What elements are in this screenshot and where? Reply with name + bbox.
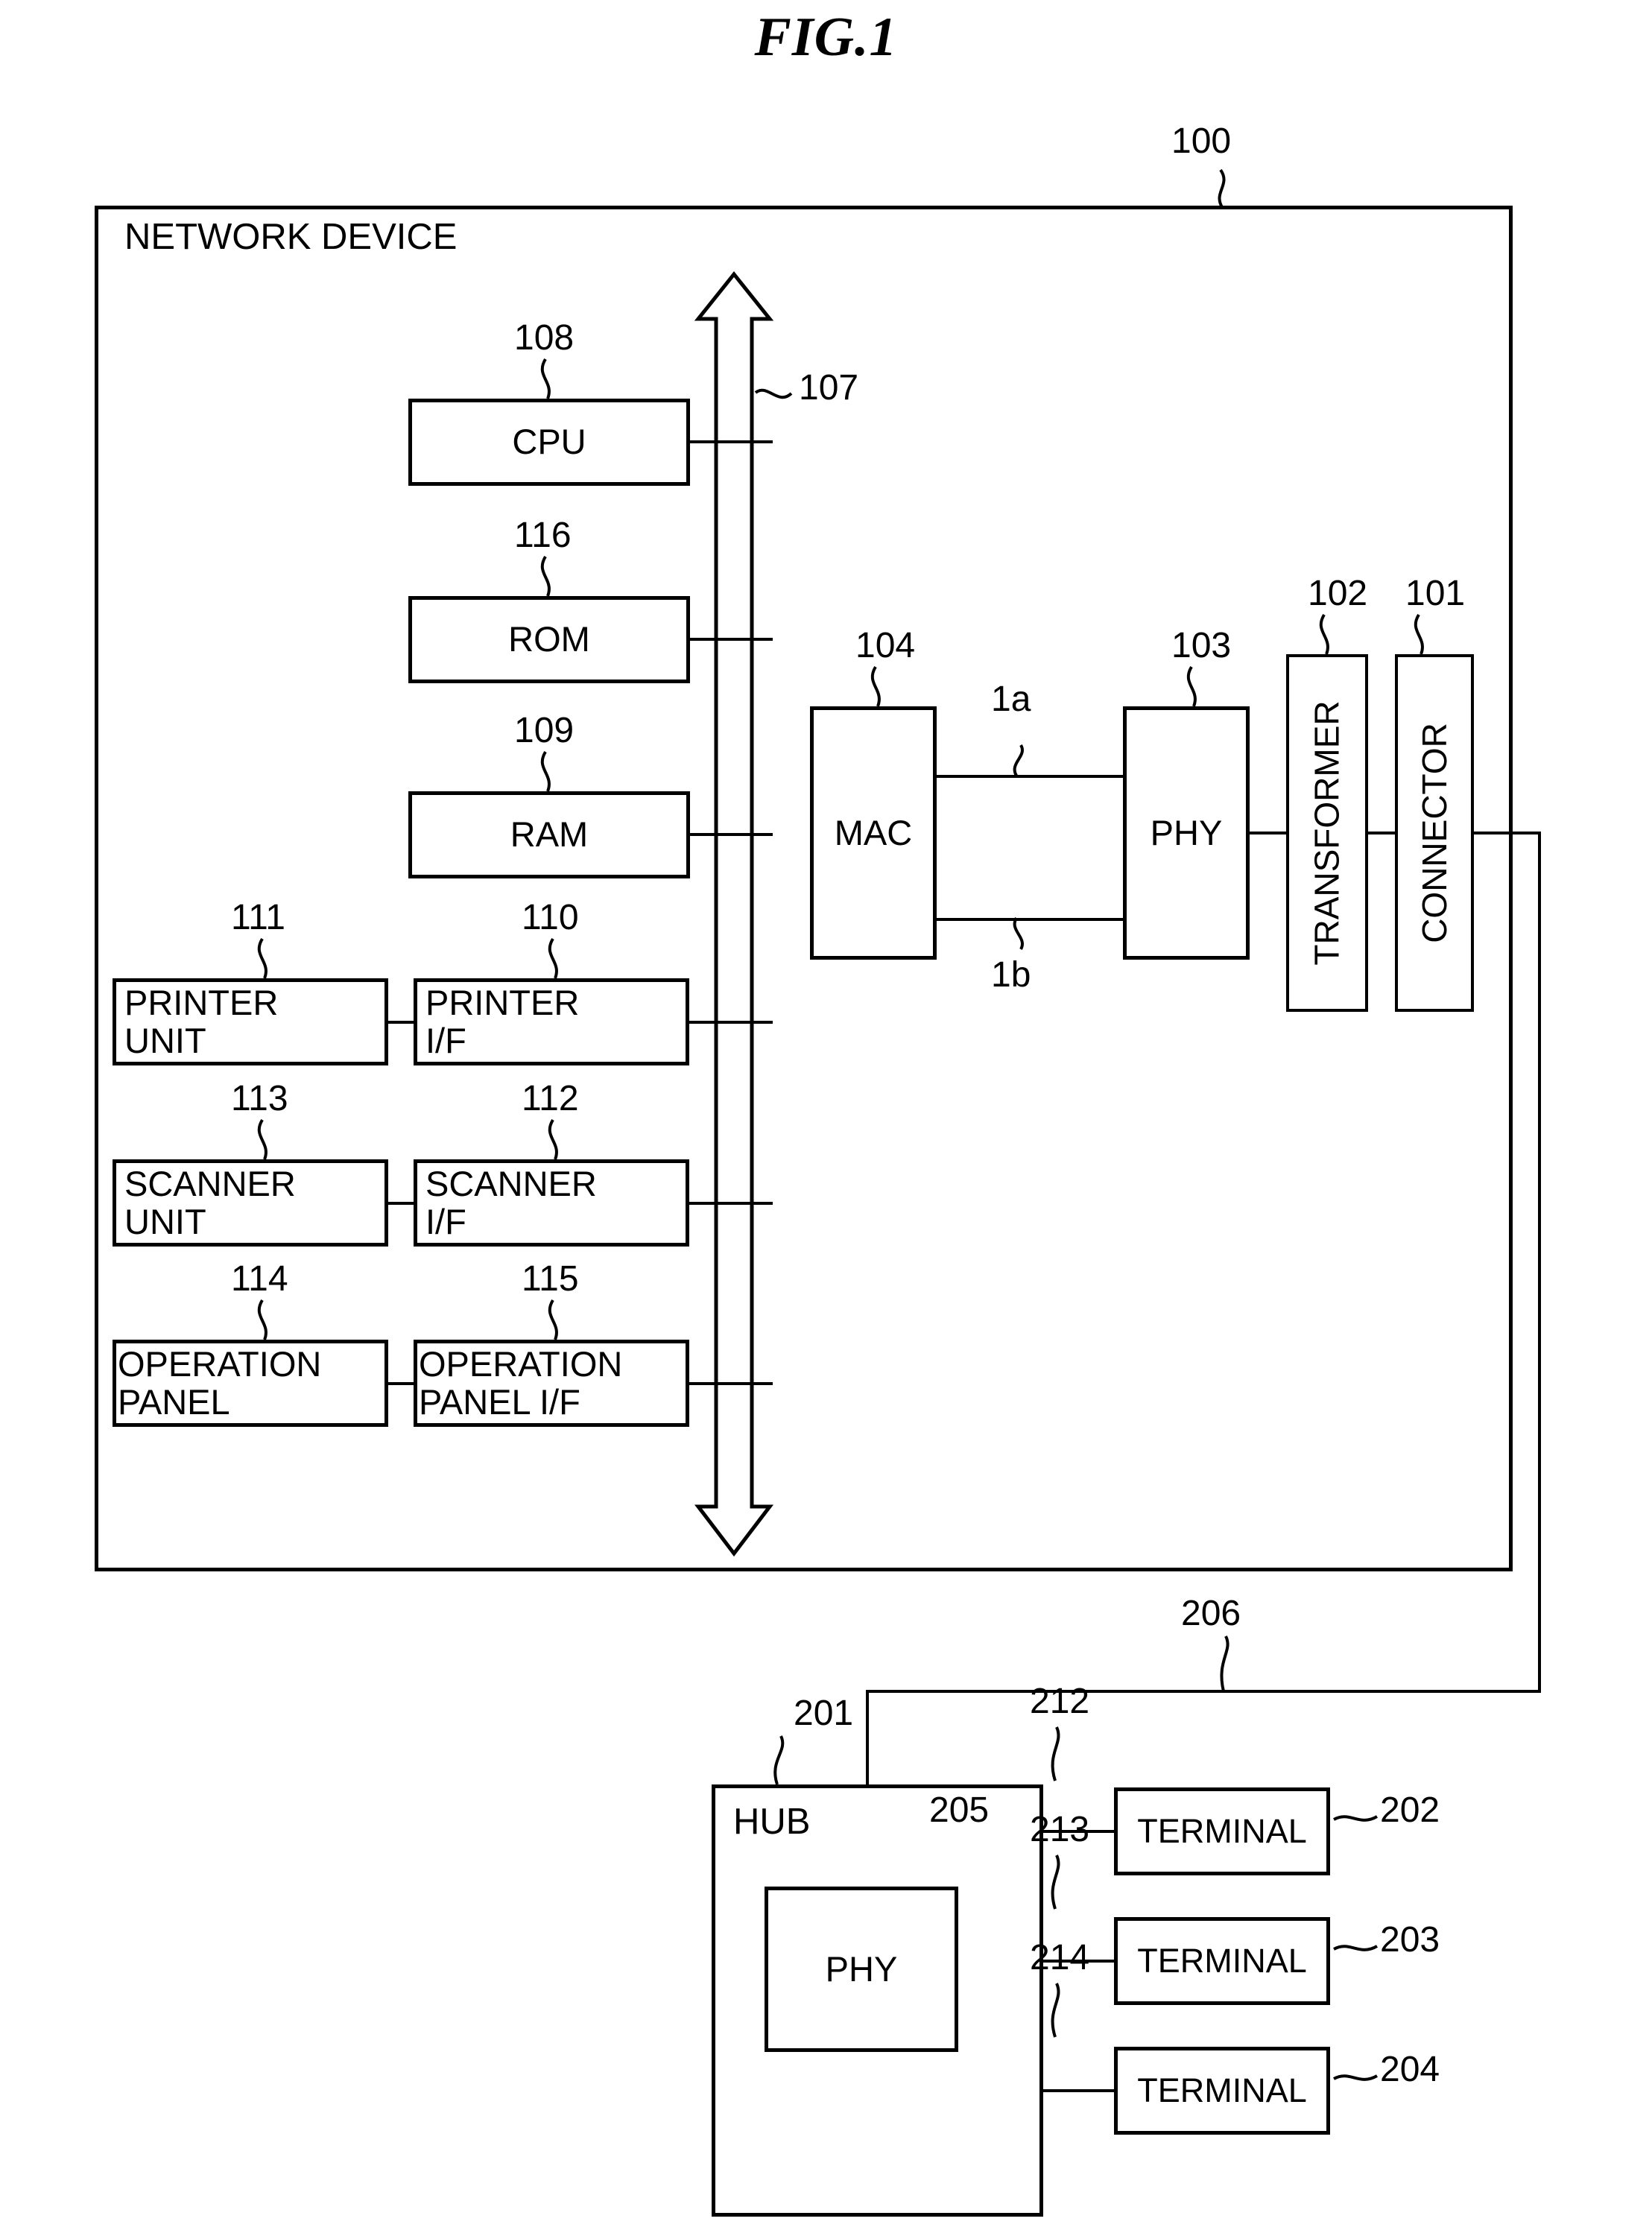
scanner-if-bus-connector [687,1202,773,1205]
patent-figure-page: FIG.1 NETWORK DEVICE 100 107 108 CPU 116… [0,0,1652,2236]
ref-205: 205 [929,1790,990,1830]
ref-107: 107 [799,368,859,408]
ref-203: 203 [1380,1920,1440,1960]
operation-panel-if-bus-connector [687,1382,773,1385]
cable-206-horizontal [866,1690,1541,1693]
block-cpu-label: CPU [512,422,586,462]
ref-204: 204 [1380,2050,1440,2089]
terminal-202-label: TERMINAL [1137,1811,1307,1850]
ref-111: 111 [231,898,285,937]
operation-panel-to-if-connector [386,1382,416,1385]
block-rom-label: ROM [508,619,590,659]
ref-103: 103 [1171,626,1232,665]
transformer-to-connector-line [1365,832,1398,834]
mac-phy-link-1a [934,775,1126,778]
ref-212: 212 [1030,1682,1090,1721]
block-ram-label: RAM [510,814,589,855]
ref-112: 112 [522,1079,579,1118]
hub-label: HUB [733,1802,811,1842]
ref-214: 214 [1030,1938,1090,1977]
ref-202: 202 [1380,1790,1440,1830]
block-connector-label: CONNECTOR [1395,654,1474,1012]
block-printer-unit-label: PRINTER UNIT [124,982,279,1060]
block-scanner-if-label: SCANNER I/F [425,1163,597,1241]
ref-101: 101 [1405,574,1466,613]
terminal-204-label: TERMINAL [1137,2071,1307,2109]
cable-206-vertical-right [1538,832,1541,1693]
ref-100: 100 [1171,121,1232,161]
cable-206-vertical-left [866,1690,869,1787]
block-transformer-label: TRANSFORMER [1286,654,1368,1012]
ref-108: 108 [514,318,575,358]
ref-201: 201 [794,1694,854,1733]
ref-1a: 1a [991,680,1031,719]
block-connector-text: CONNECTOR [1415,723,1455,943]
block-operation-panel-if-label: OPERATION PANEL I/F [419,1343,623,1422]
connector-out-line [1471,832,1541,834]
cpu-bus-connector [687,440,773,443]
ref-206: 206 [1181,1594,1241,1633]
ref-114: 114 [231,1259,288,1299]
ref-110: 110 [522,898,579,937]
ref-113: 113 [231,1079,288,1118]
port-214-line [1040,2089,1115,2092]
rom-bus-connector [687,638,773,641]
ref-109: 109 [514,711,575,750]
phy-to-transformer-line [1247,832,1289,834]
ref-116: 116 [514,516,572,555]
block-mac-label: MAC [834,812,913,852]
block-scanner-unit-label: SCANNER UNIT [124,1163,296,1241]
ref-1b: 1b [991,955,1031,995]
ref-115: 115 [522,1259,579,1299]
block-operation-panel-label: OPERATION PANEL [118,1343,322,1422]
ram-bus-connector [687,833,773,836]
terminal-203-label: TERMINAL [1137,1941,1307,1980]
hub-phy-label: PHY [825,1948,898,1989]
block-transformer-text: TRANSFORMER [1308,700,1347,966]
network-device-label: NETWORK DEVICE [124,217,458,257]
figure-title: FIG.1 [754,7,898,68]
mac-phy-link-1b [934,918,1126,921]
block-phy-label: PHY [1150,812,1223,852]
printer-if-bus-connector [687,1021,773,1024]
ref-104: 104 [855,626,916,665]
scanner-unit-to-if-connector [386,1202,416,1205]
ref-102: 102 [1308,574,1368,613]
block-printer-if-label: PRINTER I/F [425,982,580,1060]
ref-213: 213 [1030,1810,1090,1849]
printer-unit-to-if-connector [386,1021,416,1024]
